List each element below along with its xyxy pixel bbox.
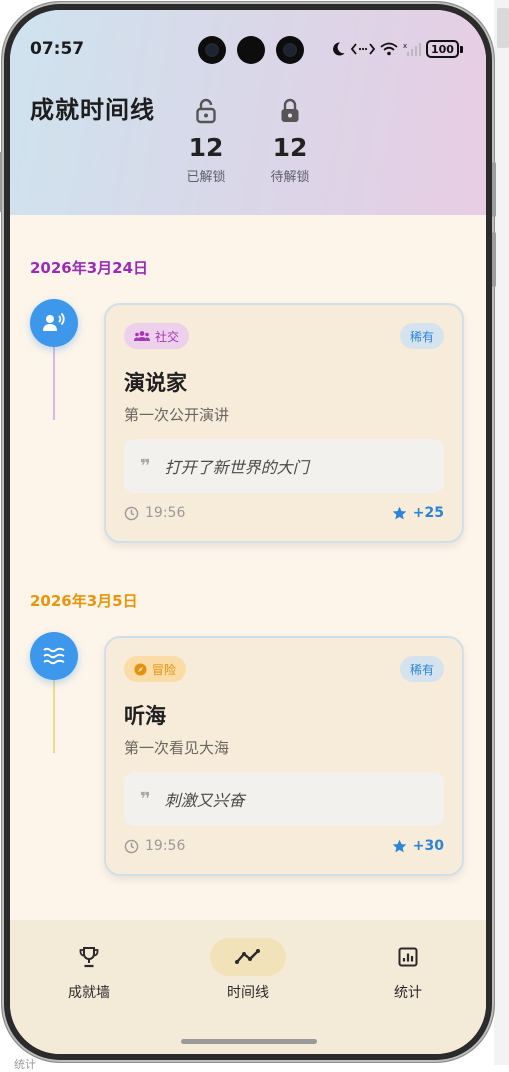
data-transfer-icon <box>351 42 375 56</box>
camera-icon <box>198 36 226 64</box>
unlocked-count: 12 <box>188 133 224 162</box>
volume-button <box>492 232 496 287</box>
clock-icon <box>124 839 139 853</box>
waves-icon <box>30 632 78 680</box>
tab-statistics[interactable]: 统计 <box>353 938 463 1002</box>
app-screen: 07:57 x 100 成就时间线 12 已解锁 12 待解锁 2026年3月2… <box>10 10 486 1054</box>
locked-label: 待解锁 <box>270 170 310 185</box>
tab-label: 统计 <box>394 985 422 1001</box>
time-text: 19:56 <box>145 838 186 854</box>
achievement-quote: ❞ 打开了新世界的大门 <box>124 439 444 493</box>
page-title: 成就时间线 <box>30 96 155 124</box>
locked-count: 12 <box>272 133 308 162</box>
locked-stat: 12 待解锁 <box>260 98 320 185</box>
quote-icon: ❞ <box>140 788 151 810</box>
phone-frame: 07:57 x 100 成就时间线 12 已解锁 12 待解锁 2026年3月2… <box>0 2 496 1062</box>
rarity-badge: 稀有 <box>399 656 444 682</box>
achievement-subtitle: 第一次公开演讲 <box>124 406 230 424</box>
tab-label: 成就墙 <box>68 985 110 1001</box>
tab-timeline[interactable]: 时间线 <box>193 938 303 1002</box>
star-icon <box>392 506 407 519</box>
star-icon <box>392 839 407 852</box>
svg-text:x: x <box>403 42 407 50</box>
side-button <box>0 152 2 212</box>
achievement-quote: ❞ 刺激又兴奋 <box>124 772 444 826</box>
group-icon <box>134 331 150 341</box>
home-indicator[interactable] <box>181 1039 317 1044</box>
status-time: 07:57 <box>30 39 85 59</box>
quote-text: 打开了新世界的大门 <box>164 458 309 477</box>
time-text: 19:56 <box>145 505 186 521</box>
points-text: +25 <box>412 505 444 521</box>
achievement-subtitle: 第一次看见大海 <box>124 739 230 757</box>
wifi-icon <box>380 42 398 56</box>
status-icons: x 100 <box>330 40 463 58</box>
camera-icon <box>276 36 304 64</box>
quote-text: 刺激又兴奋 <box>164 791 245 810</box>
category-label: 社交 <box>155 329 180 344</box>
volume-button <box>492 162 496 217</box>
achievement-card[interactable]: 社交 稀有 演说家 第一次公开演讲 ❞ 打开了新世界的大门 19:56 +25 <box>104 303 464 543</box>
signal-icon: x <box>403 42 421 56</box>
clock-icon <box>124 506 139 520</box>
achievement-time: 19:56 <box>124 505 185 521</box>
tab-achievement-wall[interactable]: 成就墙 <box>34 938 144 1002</box>
moon-icon <box>330 41 346 57</box>
background-scroll-handle <box>497 8 509 48</box>
timeline-date: 2026年3月24日 <box>30 259 149 277</box>
points-text: +30 <box>412 838 444 854</box>
category-chip: 社交 <box>124 323 190 349</box>
category-label: 冒险 <box>152 662 177 677</box>
achievement-title: 演说家 <box>124 371 187 395</box>
achievement-card[interactable]: 冒险 稀有 听海 第一次看见大海 ❞ 刺激又兴奋 19:56 +30 <box>104 636 464 876</box>
camera-icon <box>237 36 265 64</box>
achievement-points: +25 <box>392 505 444 521</box>
speaker-person-icon <box>30 299 78 347</box>
unlocked-label: 已解锁 <box>186 170 226 185</box>
bottom-tab-bar: 成就墙 时间线 统计 <box>10 920 486 1054</box>
battery-icon: 100 <box>426 40 463 58</box>
category-chip: 冒险 <box>124 656 187 682</box>
quote-icon: ❞ <box>140 455 151 477</box>
achievement-title: 听海 <box>124 704 166 728</box>
timeline-connector <box>53 679 55 753</box>
header: 07:57 x 100 成就时间线 12 已解锁 12 待解锁 <box>10 10 486 215</box>
tab-label: 时间线 <box>227 985 269 1001</box>
trophy-icon <box>51 938 127 976</box>
achievement-points: +30 <box>392 838 444 854</box>
rarity-badge: 稀有 <box>399 323 444 349</box>
achievement-time: 19:56 <box>124 838 185 854</box>
stats-icon <box>370 938 446 976</box>
timeline-date: 2026年3月5日 <box>30 592 138 610</box>
unlock-icon <box>176 98 236 126</box>
timeline-connector <box>53 346 55 420</box>
background-panel <box>494 0 509 1065</box>
lock-icon <box>260 98 320 126</box>
compass-icon <box>134 662 147 676</box>
unlocked-stat: 12 已解锁 <box>176 98 236 185</box>
background-peek-label: 统计 <box>14 1058 36 1071</box>
timeline-icon <box>210 938 286 976</box>
